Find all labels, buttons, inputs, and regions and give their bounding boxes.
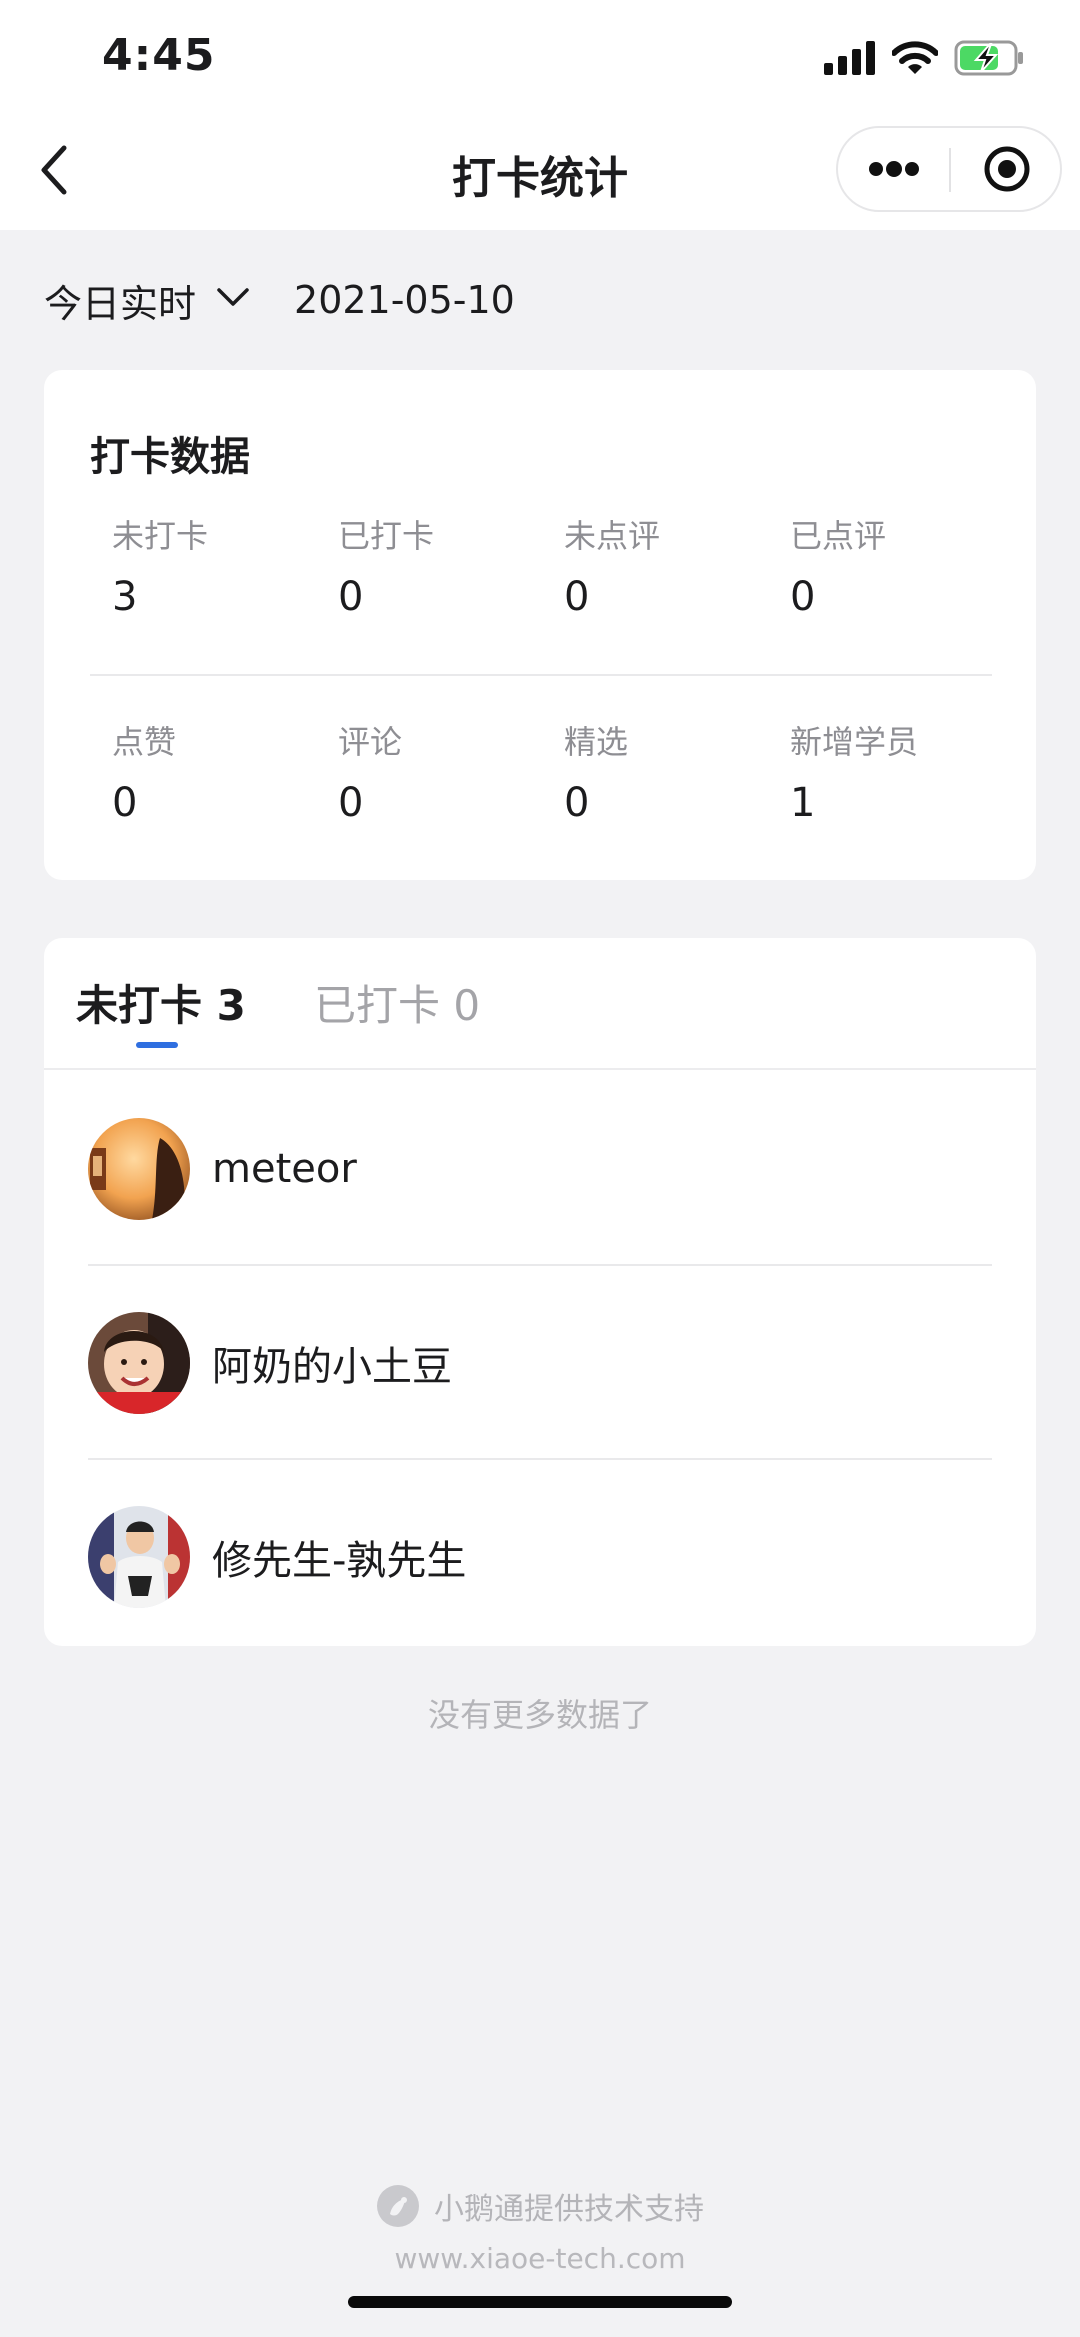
avatar (88, 1506, 190, 1608)
stats-title: 打卡数据 (90, 434, 250, 480)
list-item[interactable]: meteor (44, 1072, 1036, 1266)
stat-likes: 点赞 0 (112, 722, 338, 828)
mini-program-close-icon (984, 146, 1029, 192)
member-list-card: 未打卡 3 已打卡 0 meteor 阿奶的小土豆 修先生-孰先生 (44, 938, 1036, 1646)
more-icon (869, 161, 919, 177)
stat-not-checked-in: 未打卡 3 (112, 516, 338, 622)
period-label: 今日实时 (44, 281, 197, 326)
list-item[interactable]: 修先生-孰先生 (44, 1460, 1036, 1654)
stat-not-reviewed: 未点评 0 (564, 516, 790, 622)
stats-card: 打卡数据 未打卡 3 已打卡 0 未点评 0 已点评 0 点赞 0 评论 0 精… (44, 370, 1036, 880)
member-name: meteor (212, 1146, 357, 1192)
mini-program-capsule (836, 126, 1062, 212)
status-time: 4:45 (102, 30, 216, 81)
stat-label: 未点评 (564, 517, 661, 555)
status-icons (824, 40, 1024, 80)
list-item[interactable]: 阿奶的小土豆 (44, 1266, 1036, 1460)
footer-brand-text: 小鹅通提供技术支持 (434, 2192, 704, 2227)
stat-label: 点赞 (112, 723, 177, 761)
footer-url: www.xiaoe-tech.com (394, 2242, 686, 2275)
period-dropdown[interactable]: 今日实时 (44, 273, 250, 328)
status-bar: 4:45 (0, 0, 1080, 116)
stat-label: 评论 (338, 723, 403, 761)
filter-row: 今日实时 2021-05-10 (44, 272, 515, 328)
navigation-bar: 打卡统计 (0, 116, 1080, 230)
avatar (88, 1312, 190, 1414)
wifi-icon (891, 41, 939, 79)
stat-value: 0 (112, 780, 138, 826)
stat-checked-in: 已打卡 0 (338, 516, 564, 622)
stat-comments: 评论 0 (338, 722, 564, 828)
no-more-data: 没有更多数据了 (427, 1696, 652, 1734)
member-name: 修先生-孰先生 (212, 1538, 467, 1584)
stat-new-students: 新增学员 1 (790, 722, 1016, 828)
stat-value: 3 (112, 574, 138, 620)
tab-checked-in[interactable]: 已打卡 0 (314, 972, 480, 1033)
stats-row: 未打卡 3 已打卡 0 未点评 0 已点评 0 (112, 516, 1016, 622)
stat-label: 已点评 (790, 517, 887, 555)
stat-value: 0 (564, 574, 590, 620)
footer-brand: 小鹅通提供技术支持 (0, 2184, 1080, 2228)
date-label[interactable]: 2021-05-10 (294, 278, 515, 322)
stat-label: 已打卡 (338, 517, 435, 555)
stat-value: 1 (790, 780, 816, 826)
tab-not-checked-in[interactable]: 未打卡 3 (76, 972, 246, 1033)
stat-featured: 精选 0 (564, 722, 790, 828)
chevron-down-icon (217, 288, 249, 306)
xiaoe-logo-icon (377, 2185, 419, 2227)
stat-label: 精选 (564, 723, 629, 761)
stat-value: 0 (564, 780, 590, 826)
home-indicator (348, 2296, 732, 2308)
stats-divider (90, 674, 992, 676)
stat-value: 0 (790, 574, 816, 620)
tab-bar: 未打卡 3 已打卡 0 (44, 938, 1036, 1070)
close-mini-program-button[interactable] (951, 128, 1062, 210)
tab-indicator (136, 1042, 178, 1048)
member-name: 阿奶的小土豆 (212, 1344, 452, 1390)
signal-icon (824, 41, 876, 79)
more-button[interactable] (838, 128, 950, 210)
stat-label: 新增学员 (790, 723, 919, 761)
stat-value: 0 (338, 780, 364, 826)
stat-value: 0 (338, 574, 364, 620)
stats-row: 点赞 0 评论 0 精选 0 新增学员 1 (112, 722, 1016, 828)
stat-label: 未打卡 (112, 517, 209, 555)
battery-charging-icon (954, 40, 1024, 80)
avatar (88, 1118, 190, 1220)
stat-reviewed: 已点评 0 (790, 516, 1016, 622)
